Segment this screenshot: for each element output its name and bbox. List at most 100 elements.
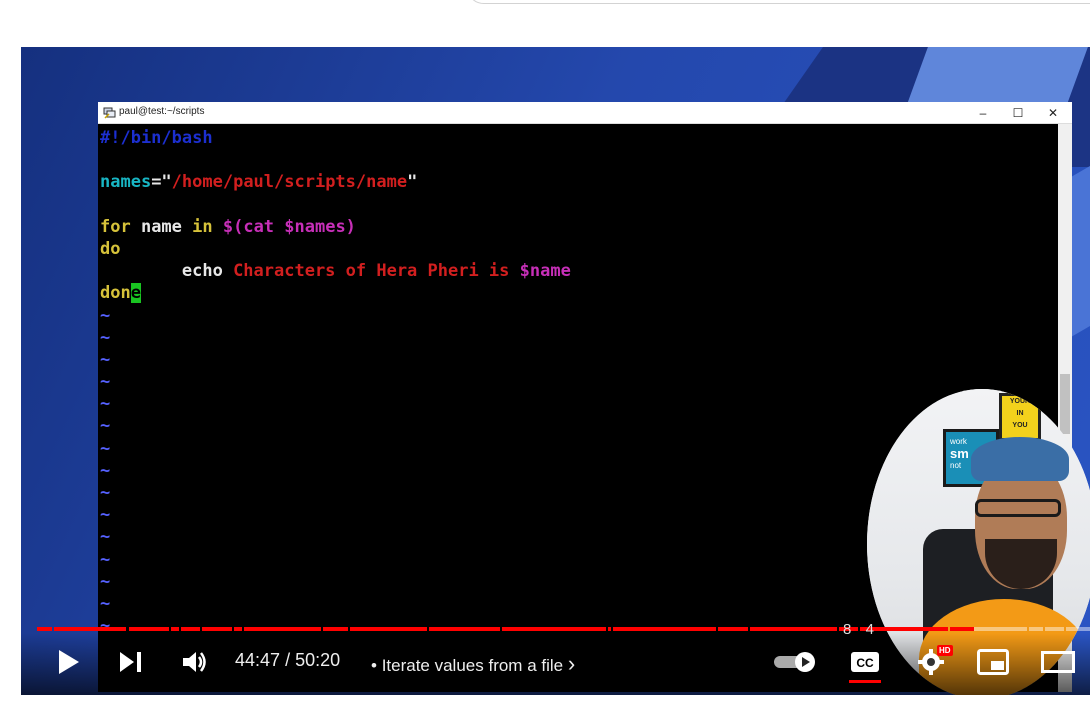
code-token: ~ xyxy=(100,593,111,614)
progress-bar[interactable] xyxy=(37,627,1090,631)
terminal-titlebar: paul@test:~/scripts – ☐ ✕ xyxy=(98,102,1072,124)
code-token: ~ xyxy=(100,460,111,481)
code-token: ~ xyxy=(100,416,111,437)
code-token: " xyxy=(407,172,418,193)
code-line: ~ xyxy=(100,438,571,460)
progress-remaining-segment xyxy=(1065,627,1090,631)
terminal-code: #!/bin/bash names="/home/paul/scripts/nam… xyxy=(100,127,571,637)
progress-played-segment xyxy=(612,627,717,631)
code-token: for xyxy=(100,216,131,237)
code-line: ~ xyxy=(100,571,571,593)
code-token: ~ xyxy=(100,372,111,393)
background-shape xyxy=(906,47,1088,107)
poster-text: IN xyxy=(1016,410,1024,417)
code-token: ~ xyxy=(100,527,111,548)
theater-icon xyxy=(1041,651,1075,673)
progress-played-segment xyxy=(949,627,975,631)
progress-played-segment xyxy=(607,627,611,631)
code-line: ~ xyxy=(100,371,571,393)
next-button[interactable] xyxy=(111,633,151,691)
progress-played-segment xyxy=(37,627,52,631)
progress-remaining-segment xyxy=(974,627,1027,631)
progress-played-segment xyxy=(502,627,606,631)
progress-played-segment xyxy=(349,627,427,631)
person-cap xyxy=(971,437,1069,481)
code-token: ~ xyxy=(100,327,111,348)
code-token: ~ xyxy=(100,549,111,570)
settings-button[interactable] xyxy=(911,633,951,691)
code-line: ~ xyxy=(100,526,571,548)
minimize-button[interactable]: – xyxy=(966,102,1000,124)
duration: 50:20 xyxy=(295,650,341,670)
close-button[interactable]: ✕ xyxy=(1036,102,1070,124)
code-token: =" xyxy=(151,172,172,193)
code-line: ~ xyxy=(100,415,571,437)
play-icon xyxy=(59,650,79,674)
code-token: ~ xyxy=(100,394,111,415)
chapter-bullet: • xyxy=(371,656,377,675)
code-token: /home/paul/scripts/name xyxy=(171,172,408,193)
progress-played-segment xyxy=(428,627,501,631)
code-token: don xyxy=(100,283,131,304)
code-token: ~ xyxy=(100,349,111,370)
theater-button[interactable] xyxy=(1037,633,1079,691)
volume-icon xyxy=(183,652,206,672)
captions-icon: CC xyxy=(851,652,879,672)
player-controls: 44:47 / 50:20 • Iterate values from a fi… xyxy=(21,621,1090,695)
code-line: ~ xyxy=(100,593,571,615)
wall-poster: YOUR IN YOU xyxy=(999,393,1041,441)
time-display: 44:47 / 50:20 xyxy=(235,650,340,671)
top-search-bar[interactable] xyxy=(466,0,1090,4)
volume-button[interactable] xyxy=(175,633,215,691)
code-line: ~ xyxy=(100,482,571,504)
code-token: ~ xyxy=(100,571,111,592)
autoplay-icon xyxy=(774,652,815,672)
poster-text: YOUR xyxy=(1009,398,1031,405)
autoplay-toggle[interactable] xyxy=(771,633,821,691)
chapter-button[interactable]: • Iterate values from a file › xyxy=(371,651,575,677)
code-line: ~ xyxy=(100,327,571,349)
code-token: name xyxy=(130,216,193,237)
next-icon xyxy=(120,652,141,672)
progress-remaining-segment xyxy=(1028,627,1043,631)
code-line: ~ xyxy=(100,549,571,571)
code-token: do xyxy=(100,238,121,259)
progress-played-segment xyxy=(128,627,169,631)
code-token: in xyxy=(192,216,213,237)
code-line: done xyxy=(100,282,571,304)
code-token: #!/bin/bash xyxy=(100,128,213,148)
code-line: ~ xyxy=(100,393,571,415)
current-time: 44:47 xyxy=(235,650,281,670)
progress-played-segment xyxy=(53,627,127,631)
progress-played-segment xyxy=(233,627,243,631)
code-token: echo xyxy=(100,261,234,282)
code-line: do xyxy=(100,238,571,260)
maximize-button[interactable]: ☐ xyxy=(1001,102,1035,124)
text-cursor: e xyxy=(130,283,141,304)
time-separator: / xyxy=(285,650,291,670)
code-line: ~ xyxy=(100,504,571,526)
video-player[interactable]: paul@test:~/scripts – ☐ ✕ #!/bin/bash nam… xyxy=(21,47,1090,695)
code-token: names xyxy=(100,172,152,193)
miniplayer-button[interactable] xyxy=(973,633,1013,691)
code-token: ~ xyxy=(100,483,111,503)
poster-text: YOU xyxy=(1012,422,1028,429)
person-glasses xyxy=(975,499,1061,517)
progress-played-segment xyxy=(323,627,348,631)
code-line: #!/bin/bash xyxy=(100,127,571,149)
miniplayer-icon xyxy=(977,649,1009,675)
progress-played-segment xyxy=(749,627,838,631)
progress-played-segment xyxy=(181,627,201,631)
progress-played-segment xyxy=(718,627,748,631)
play-button[interactable] xyxy=(49,633,89,691)
code-line: ~ xyxy=(100,349,571,371)
code-token: Characters of Hera Pheri is xyxy=(233,261,520,282)
code-line: names="/home/paul/scripts/name" xyxy=(100,171,571,193)
chevron-right-icon: › xyxy=(567,651,576,676)
svg-text:CC: CC xyxy=(856,656,874,670)
code-line: echo Characters of Hera Pheri is $name xyxy=(100,260,571,282)
code-line: for name in $(cat $names) xyxy=(100,216,571,238)
code-line: ~ xyxy=(100,305,571,327)
